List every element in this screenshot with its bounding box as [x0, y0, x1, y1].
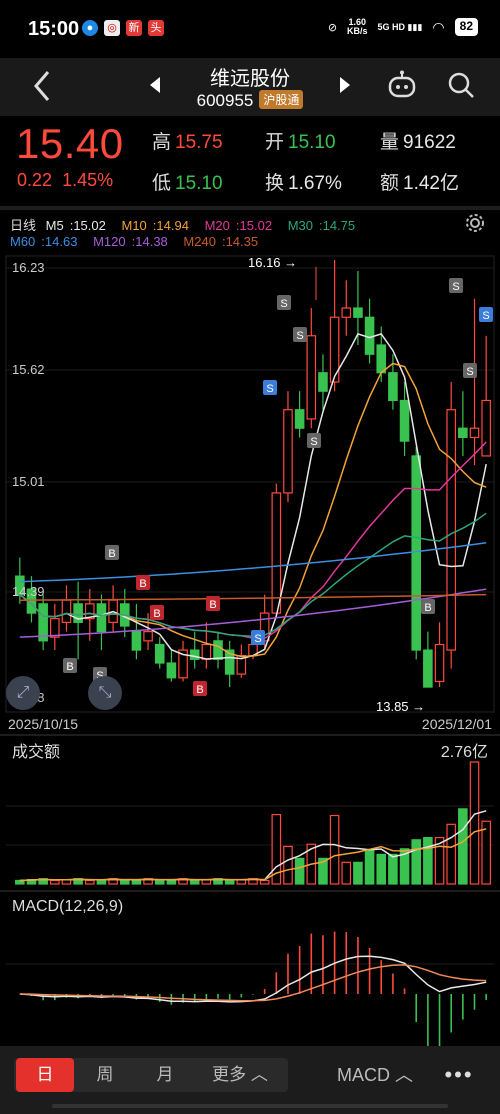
volume-title: 成交额 [12, 744, 61, 761]
divider [0, 890, 500, 892]
trade-signal-label: B [153, 608, 160, 620]
volume-bar [423, 836, 433, 885]
volume-bar [353, 861, 363, 885]
candle-body [364, 316, 375, 355]
y-tick-16.23: 16.23 [12, 260, 45, 275]
trade-signal-label: B [209, 599, 216, 611]
trade-signal-label: B [108, 548, 115, 560]
candle-body [213, 640, 223, 660]
home-indicator [52, 1104, 448, 1108]
candle-body [166, 662, 177, 679]
volume-bar [481, 820, 491, 885]
volume-bar [259, 879, 270, 885]
candle-body [154, 643, 165, 664]
volume-bar [294, 857, 305, 885]
volume-bar [469, 761, 480, 885]
max-marker: 16.16 → [248, 255, 298, 270]
volume-bar [329, 814, 340, 885]
tab-week[interactable]: 周 [76, 1058, 134, 1092]
indicator-label: MACD [336, 1065, 390, 1085]
candle-body [388, 372, 398, 402]
candle-body [376, 344, 387, 374]
candle-body [189, 649, 200, 660]
volume-bar [283, 845, 293, 885]
candle-body [143, 630, 153, 642]
candle-body [318, 372, 328, 392]
trade-signal-label: S [466, 366, 473, 378]
candle-body [283, 409, 293, 494]
y-tick-15.62: 15.62 [12, 362, 45, 377]
candle-body [458, 427, 468, 439]
candle-body [131, 630, 142, 651]
volume-bar [376, 853, 387, 885]
more-options-icon[interactable]: ••• [434, 1058, 484, 1092]
divider [0, 734, 500, 736]
volume-bar [84, 879, 95, 885]
volume-bar [224, 879, 235, 885]
trade-signal-label: B [139, 578, 146, 590]
candle-body [61, 599, 72, 623]
volume-bar [119, 879, 130, 885]
trade-signal-label: S [482, 310, 489, 322]
candle-body [353, 307, 363, 318]
volume-bar [458, 808, 468, 885]
trade-signal-label: B [424, 602, 431, 614]
volume-bar [446, 823, 456, 885]
volume-max-label: 2.76亿 [440, 744, 488, 761]
volume-bar [50, 879, 60, 885]
trade-signal-label: B [66, 661, 73, 673]
candle-body [399, 399, 410, 442]
volume-bar [341, 861, 352, 885]
trade-signal-label: S [280, 298, 287, 310]
volume-bar [189, 879, 200, 885]
min-marker: 13.85 → [376, 699, 426, 714]
volume-bar [364, 849, 375, 885]
macd-title: MACD(12,26,9) [12, 898, 124, 915]
trade-signal-label: S [452, 281, 459, 293]
volume-bar [411, 839, 422, 885]
chevron-up-icon: ︿ [250, 1065, 268, 1084]
chevron-up-icon: ︿ [395, 1065, 413, 1085]
trade-signal-label: S [310, 436, 317, 448]
date-end: 2025/12/01 [421, 716, 492, 732]
trade-signal-label: S [254, 633, 261, 645]
candle-body [306, 335, 317, 420]
candle-body [434, 643, 445, 683]
date-start: 2025/10/15 [8, 716, 79, 732]
candle-body [201, 643, 212, 660]
tab-month[interactable]: 月 [136, 1058, 194, 1092]
candle-body [271, 492, 282, 614]
indicator-selector[interactable]: MACD ︿ [330, 1058, 420, 1092]
max-marker-value: 16.16 [248, 255, 281, 270]
min-marker-value: 13.85 [376, 699, 409, 714]
candle-body [469, 427, 480, 439]
candle-body [96, 603, 107, 633]
candle-body [294, 409, 305, 429]
candle-body [423, 649, 433, 688]
candle-body [341, 307, 352, 318]
trade-signal-label: S [296, 330, 303, 342]
tab-more-label: 更多 [212, 1065, 247, 1084]
volume-bar [154, 879, 165, 885]
collapse-button[interactable]: ⤢ [6, 676, 40, 710]
tab-more[interactable]: 更多 ︿ [200, 1058, 280, 1092]
candle-body [50, 618, 60, 638]
y-tick-14.39: 14.39 [12, 584, 45, 599]
trade-signal-label: B [196, 684, 203, 696]
candle-body [411, 455, 422, 651]
tab-day[interactable]: 日 [16, 1058, 74, 1092]
volume-bar [388, 853, 398, 885]
y-tick-15.01: 15.01 [12, 474, 45, 489]
trade-signal-label: S [266, 383, 273, 395]
fullscreen-button[interactable]: ⤡ [88, 676, 122, 710]
candle-body [446, 409, 456, 651]
candle-body [481, 399, 491, 457]
